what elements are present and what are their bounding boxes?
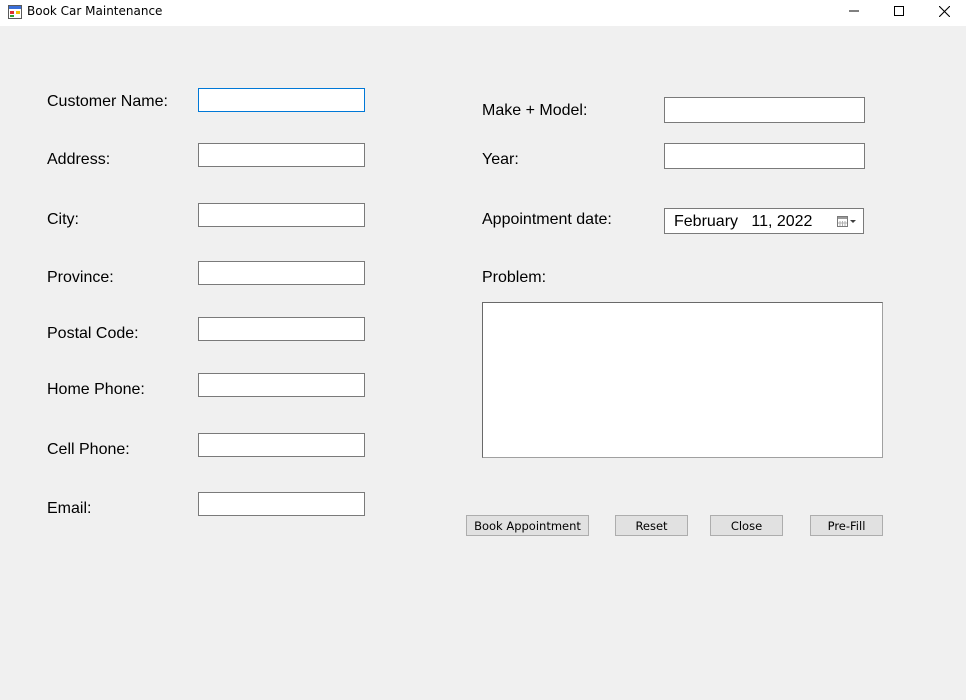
- customer-name-label: Customer Name:: [47, 93, 168, 110]
- close-icon: [938, 5, 950, 17]
- minimize-icon: [849, 10, 859, 12]
- city-input[interactable]: [198, 203, 365, 227]
- make-model-label: Make + Model:: [482, 102, 588, 119]
- minimize-button[interactable]: [831, 0, 877, 22]
- province-input[interactable]: [198, 261, 365, 285]
- email-input[interactable]: [198, 492, 365, 516]
- address-label: Address:: [47, 151, 111, 168]
- maximize-icon: [894, 6, 904, 16]
- make-model-input[interactable]: [664, 97, 865, 123]
- address-input[interactable]: [198, 143, 365, 167]
- maximize-button[interactable]: [876, 0, 922, 22]
- prefill-button[interactable]: Pre-Fill: [810, 515, 883, 536]
- reset-button[interactable]: Reset: [615, 515, 688, 536]
- close-window-button[interactable]: [921, 0, 966, 22]
- calendar-dropdown-icon[interactable]: [837, 216, 857, 227]
- problem-label: Problem:: [482, 269, 547, 286]
- postal-code-label: Postal Code:: [47, 325, 139, 342]
- window-title: Book Car Maintenance: [27, 4, 163, 18]
- appointment-date-value: February 11, 2022: [674, 213, 813, 230]
- postal-code-input[interactable]: [198, 317, 365, 341]
- home-phone-label: Home Phone:: [47, 381, 145, 398]
- cell-phone-input[interactable]: [198, 433, 365, 457]
- email-label: Email:: [47, 500, 92, 517]
- title-bar: Book Car Maintenance: [0, 0, 966, 26]
- home-phone-input[interactable]: [198, 373, 365, 397]
- app-form-icon: [8, 5, 22, 19]
- appointment-date-label: Appointment date:: [482, 211, 612, 228]
- appointment-date-picker[interactable]: February 11, 2022: [664, 208, 864, 234]
- year-input[interactable]: [664, 143, 865, 169]
- customer-name-input[interactable]: [198, 88, 365, 112]
- problem-textarea[interactable]: [482, 302, 883, 458]
- cell-phone-label: Cell Phone:: [47, 441, 130, 458]
- city-label: City:: [47, 211, 79, 228]
- close-button[interactable]: Close: [710, 515, 783, 536]
- book-appointment-button[interactable]: Book Appointment: [466, 515, 589, 536]
- province-label: Province:: [47, 269, 114, 286]
- year-label: Year:: [482, 151, 519, 168]
